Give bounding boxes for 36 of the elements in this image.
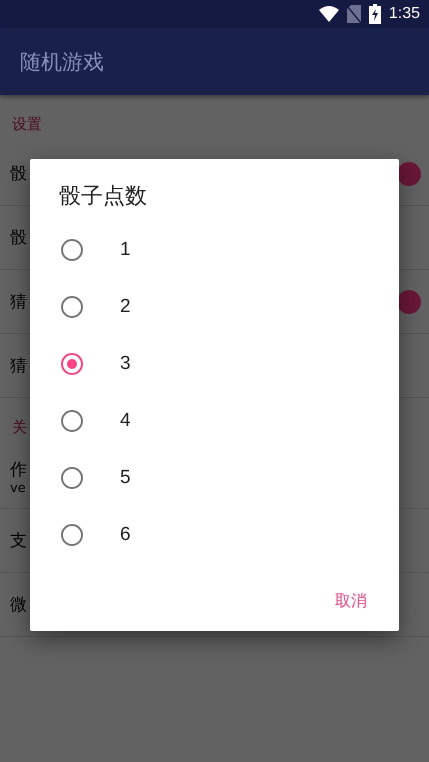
option-label: 4 <box>120 410 131 432</box>
switch-thumb[interactable] <box>397 290 421 314</box>
radio-option[interactable]: 1 <box>30 221 399 278</box>
app-title: 随机游戏 <box>20 48 104 76</box>
option-label: 5 <box>120 466 131 488</box>
radio-option[interactable]: 5 <box>30 449 399 506</box>
radio-option[interactable]: 4 <box>30 392 399 449</box>
item-title: 猜 <box>10 291 27 313</box>
section-header: 关 <box>12 418 27 437</box>
radio-button[interactable] <box>61 238 83 260</box>
battery-charging-icon <box>368 4 381 24</box>
section-header: 设置 <box>12 115 42 134</box>
item-subtitle: ve <box>10 480 27 496</box>
radio-option[interactable]: 6 <box>30 506 399 563</box>
clock-time: 1:35 <box>388 5 420 23</box>
radio-button[interactable] <box>61 524 83 546</box>
option-label: 3 <box>120 352 131 374</box>
radio-button[interactable] <box>61 410 83 432</box>
item-title: 猜 <box>10 355 27 377</box>
wifi-icon <box>318 6 339 22</box>
radio-option[interactable]: 3 <box>30 335 399 392</box>
radio-option[interactable]: 2 <box>30 278 399 335</box>
dialog-title: 骰子点数 <box>58 183 148 211</box>
item-title: 骰 <box>10 163 27 185</box>
option-label: 2 <box>120 296 131 318</box>
item-title: 作 <box>10 458 27 480</box>
option-label: 1 <box>120 238 131 260</box>
radio-button[interactable] <box>61 296 83 318</box>
item-title: 支 <box>10 530 27 552</box>
radio-button[interactable] <box>61 352 83 374</box>
item-title: 微 <box>10 594 27 616</box>
item-title: 骰 <box>10 227 27 249</box>
no-sim-icon <box>346 5 361 23</box>
option-label: 6 <box>120 524 131 546</box>
switch-thumb[interactable] <box>397 162 421 186</box>
radio-button[interactable] <box>61 466 83 488</box>
